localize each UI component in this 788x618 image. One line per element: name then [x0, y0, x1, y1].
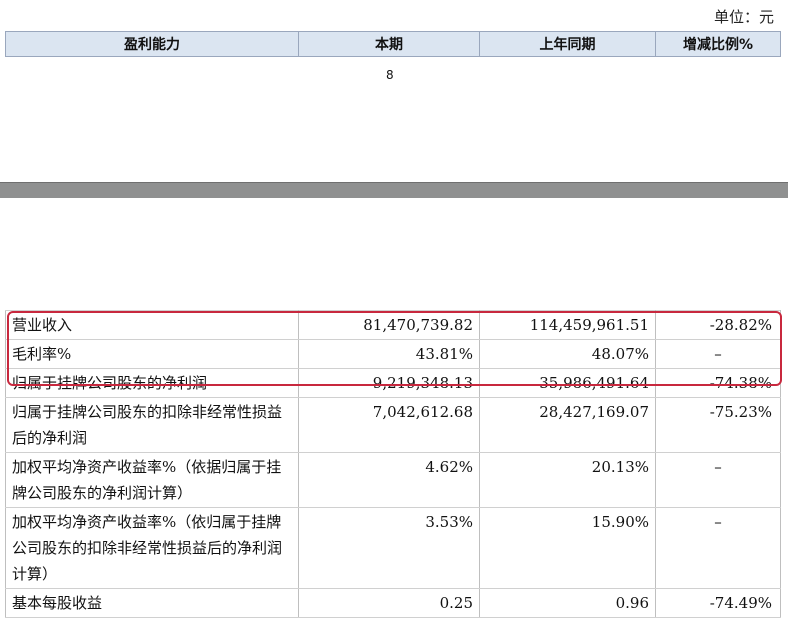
table-row: 归属于挂牌公司股东的扣除非经常性损益后的净利润 7,042,612.68 28,…: [5, 397, 781, 453]
row-label: 营业收入: [5, 310, 299, 340]
profitability-header-table: 盈利能力 本期 上年同期 增减比例%: [5, 31, 781, 57]
current-value: 9,219,348.13: [298, 368, 480, 398]
table-row: 营业收入 81,470,739.82 114,459,961.51 -28.82…: [5, 310, 781, 340]
prior-value: 28,427,169.07: [479, 397, 656, 453]
current-value: 7,042,612.68: [298, 397, 480, 453]
prior-value: 35,986,491.64: [479, 368, 656, 398]
prior-value: 114,459,961.51: [479, 310, 656, 340]
header-change-percent: 增减比例%: [655, 31, 781, 57]
change-value: -28.82%: [655, 310, 781, 340]
table-row: 加权平均净资产收益率%（依归属于挂牌公司股东的扣除非经常性损益后的净利润计算） …: [5, 507, 781, 589]
header-current-period: 本期: [298, 31, 480, 57]
prior-value: 20.13%: [479, 452, 656, 508]
row-label: 归属于挂牌公司股东的扣除非经常性损益后的净利润: [5, 397, 299, 453]
header-profitability: 盈利能力: [5, 31, 299, 57]
current-value: 43.81%: [298, 339, 480, 369]
table-row: 基本每股收益 0.25 0.96 -74.49%: [5, 588, 781, 618]
change-value: –: [655, 339, 781, 369]
current-value: 3.53%: [298, 507, 480, 589]
table-row: 毛利率% 43.81% 48.07% –: [5, 339, 781, 369]
change-value: -75.23%: [655, 397, 781, 453]
prior-value: 0.96: [479, 588, 656, 618]
current-value: 81,470,739.82: [298, 310, 480, 340]
table-row: 加权平均净资产收益率%（依据归属于挂牌公司股东的净利润计算） 4.62% 20.…: [5, 452, 781, 508]
prior-value: 48.07%: [479, 339, 656, 369]
row-label: 归属于挂牌公司股东的净利润: [5, 368, 299, 398]
change-value: –: [655, 452, 781, 508]
change-value: -74.49%: [655, 588, 781, 618]
current-value: 0.25: [298, 588, 480, 618]
prior-value: 15.90%: [479, 507, 656, 589]
page-number: 8: [386, 68, 394, 82]
profitability-data-table: 营业收入 81,470,739.82 114,459,961.51 -28.82…: [5, 310, 781, 618]
change-value: -74.38%: [655, 368, 781, 398]
row-label: 毛利率%: [5, 339, 299, 369]
change-value: –: [655, 507, 781, 589]
current-value: 4.62%: [298, 452, 480, 508]
page-separator: [0, 182, 788, 198]
header-row: 盈利能力 本期 上年同期 增减比例%: [5, 31, 781, 57]
row-label: 加权平均净资产收益率%（依归属于挂牌公司股东的扣除非经常性损益后的净利润计算）: [5, 507, 299, 589]
row-label: 加权平均净资产收益率%（依据归属于挂牌公司股东的净利润计算）: [5, 452, 299, 508]
header-prior-period: 上年同期: [479, 31, 656, 57]
row-label: 基本每股收益: [5, 588, 299, 618]
table-row: 归属于挂牌公司股东的净利润 9,219,348.13 35,986,491.64…: [5, 368, 781, 398]
unit-label: 单位：元: [713, 8, 774, 26]
